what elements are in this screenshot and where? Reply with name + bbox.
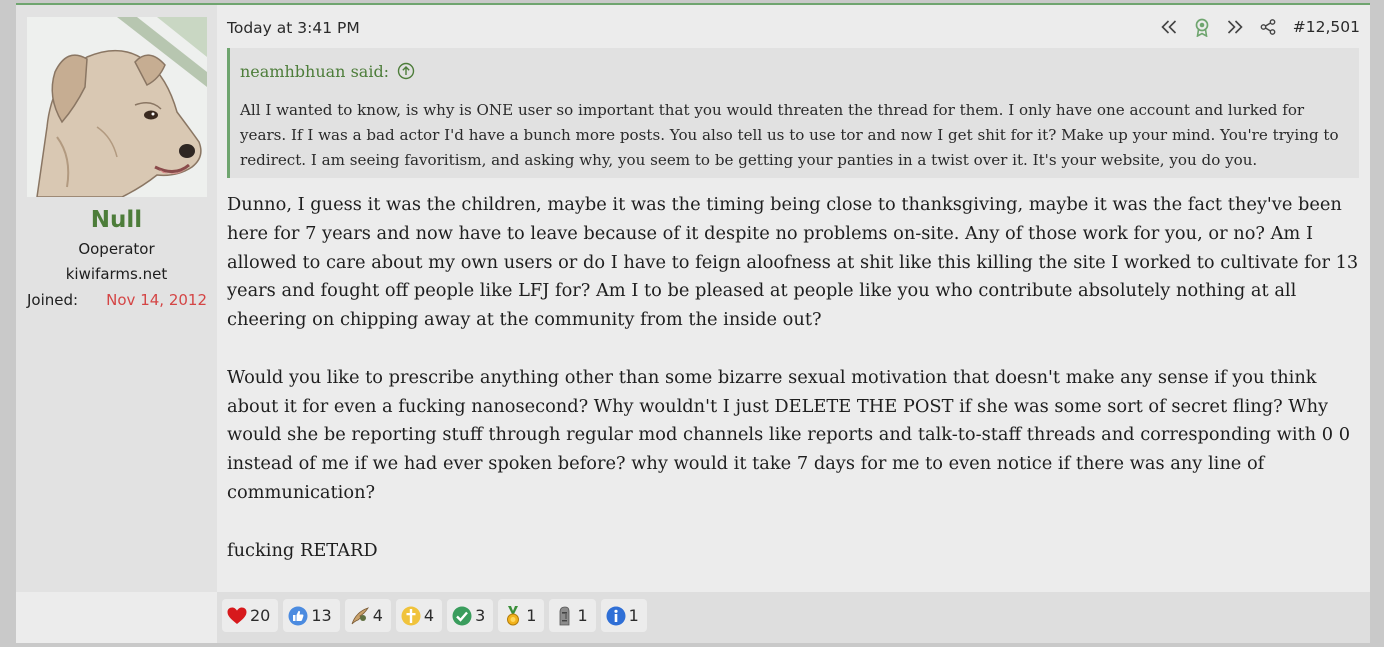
reaction-count: 1 (577, 606, 588, 625)
medal-icon (503, 605, 523, 626)
message-paragraph: fucking RETARD (227, 539, 378, 561)
forum-post: Null Ooperator kiwifarms.net Joined: Nov… (16, 3, 1370, 643)
reaction-count: 1 (628, 606, 639, 625)
thumbs-up-icon (288, 606, 308, 626)
joined-label: Joined: (27, 291, 79, 309)
reaction-feather[interactable]: 4 (344, 599, 391, 632)
heart-icon (227, 606, 247, 626)
feather-icon (350, 606, 370, 626)
reaction-cross[interactable]: 4 (395, 599, 443, 632)
check-icon (452, 606, 472, 626)
reactions-bar: 20 13 4 4 3 1 1 1 (217, 592, 1370, 643)
reaction-count: 4 (423, 606, 435, 625)
user-site: kiwifarms.net (65, 265, 168, 283)
post-timestamp[interactable]: Today at 3:41 PM (227, 19, 360, 37)
reaction-count: 20 (250, 606, 271, 625)
quote-attribution[interactable]: neamhbhuan said: (240, 61, 415, 81)
info-icon (606, 606, 626, 626)
reaction-thumbs-up[interactable]: 13 (283, 599, 340, 632)
avatar[interactable] (27, 17, 207, 197)
message-body: Dunno, I guess it was the children, mayb… (227, 191, 1361, 594)
fast-forward-icon[interactable] (1224, 17, 1246, 37)
reaction-count: 3 (475, 606, 486, 625)
reaction-heart[interactable]: 20 (222, 599, 279, 632)
user-title: Ooperator (78, 240, 155, 258)
award-icon[interactable] (1191, 17, 1213, 37)
message-paragraph: Dunno, I guess it was the children, mayb… (227, 194, 1359, 331)
reaction-info[interactable]: 1 (600, 599, 647, 632)
message-paragraph: Would you like to prescribe anything oth… (227, 366, 1351, 503)
joined-date: Nov 14, 2012 (106, 291, 207, 309)
cross-icon (401, 606, 421, 626)
dog-avatar-image (27, 17, 207, 197)
quote-body: All I wanted to know, is why is ONE user… (240, 101, 1339, 169)
reaction-check[interactable]: 3 (447, 599, 494, 632)
reactions-list: 20 13 4 4 3 1 1 1 (222, 599, 647, 632)
rewind-icon[interactable] (1158, 17, 1180, 37)
post-number[interactable]: #12,501 (1293, 18, 1360, 36)
reaction-medal[interactable]: 1 (498, 599, 545, 632)
user-sidebar: Null Ooperator kiwifarms.net Joined: Nov… (16, 5, 217, 592)
quote-author[interactable]: neamhbhuan said: (240, 62, 389, 81)
reaction-count: 1 (526, 606, 537, 625)
post-tools: #12,501 (1147, 17, 1360, 37)
arrow-up-circle-icon[interactable] (397, 62, 415, 80)
reaction-count: 13 (311, 606, 332, 625)
reaction-moai[interactable]: 1 (549, 599, 596, 632)
quote-block: neamhbhuan said: All I wanted to know, i… (227, 48, 1359, 178)
moai-icon (554, 606, 574, 626)
reaction-count: 4 (372, 606, 383, 625)
username[interactable]: Null (16, 207, 217, 233)
share-icon[interactable] (1257, 17, 1279, 37)
